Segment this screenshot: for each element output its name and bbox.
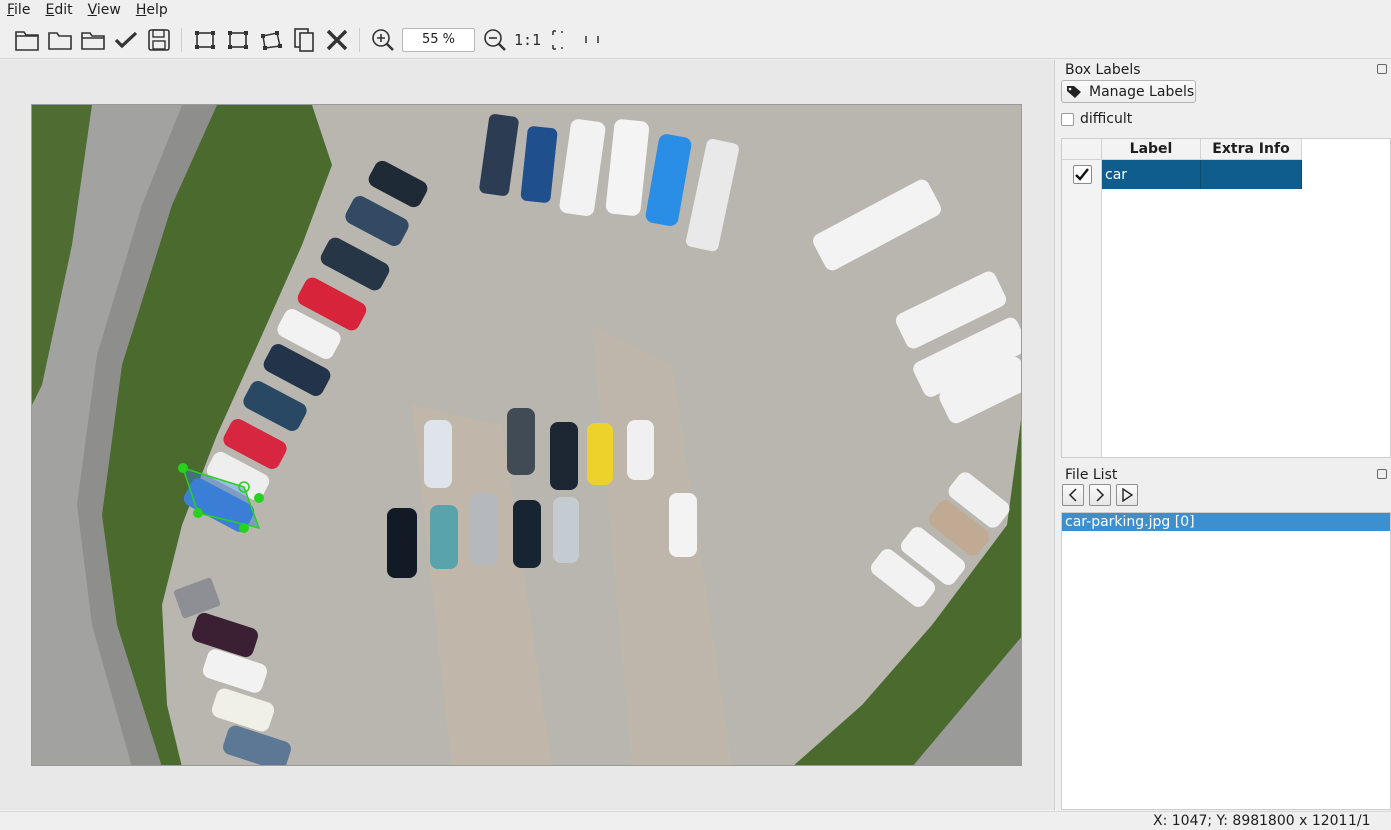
manage-labels-button[interactable]: Manage Labels	[1061, 80, 1196, 103]
duplicate-icon[interactable]	[287, 25, 320, 55]
file-list-title: File List	[1065, 467, 1118, 483]
file-list-dock: File List	[1059, 466, 1391, 484]
box-labels-title: Box Labels	[1065, 62, 1141, 78]
change-save-dir-icon[interactable]	[76, 25, 109, 55]
toolbar-separator	[181, 27, 182, 52]
checkmark-icon	[1072, 165, 1092, 184]
tags-icon	[1067, 85, 1081, 98]
menu-view[interactable]: View	[81, 0, 129, 21]
toolbar: 55 % 1:1	[0, 21, 1391, 59]
chevron-right-icon	[1096, 488, 1105, 502]
play-button[interactable]	[1116, 484, 1138, 506]
menu-help[interactable]: Help	[129, 0, 176, 21]
fit-width-icon[interactable]	[577, 25, 610, 55]
zoom-out-icon[interactable]	[478, 25, 511, 55]
manage-labels-label: Manage Labels	[1089, 83, 1195, 100]
corner-header	[1062, 139, 1102, 160]
image-index: 1/1	[1348, 813, 1371, 829]
zoom-in-icon[interactable]	[366, 25, 399, 55]
zoom-input[interactable]: 55 %	[402, 27, 475, 52]
dock-splitter[interactable]	[1061, 459, 1391, 463]
menu-edit[interactable]: Edit	[38, 0, 80, 21]
box-labels-dock: Box Labels	[1059, 61, 1391, 79]
chevron-left-icon	[1068, 488, 1077, 502]
label-cell[interactable]: car	[1102, 160, 1201, 189]
label-row[interactable]: car	[1062, 160, 1302, 189]
original-size-button[interactable]: 1:1	[511, 25, 544, 55]
edit-rect-icon[interactable]	[221, 25, 254, 55]
difficult-label: difficult	[1080, 111, 1133, 127]
image-size: 1800 x 1201	[1259, 813, 1348, 829]
menu-bar: File Edit View Help	[0, 0, 1391, 21]
column-header-extra-info[interactable]: Extra Info	[1201, 139, 1302, 160]
status-bar: X: 1047; Y: 898 1800 x 1201 1/1	[0, 811, 1391, 830]
label-visibility-checkbox[interactable]	[1062, 160, 1102, 189]
play-icon	[1122, 488, 1133, 502]
cursor-coordinates: X: 1047; Y: 898	[1153, 813, 1260, 829]
label-table-header: Label Extra Info	[1062, 139, 1390, 160]
prev-image-button[interactable]	[1062, 484, 1084, 506]
label-table: Label Extra Info car	[1061, 138, 1391, 458]
file-list-item[interactable]: car-parking.jpg [0]	[1062, 513, 1390, 531]
difficult-checkbox[interactable]: difficult	[1061, 111, 1132, 127]
delete-icon[interactable]	[320, 25, 353, 55]
next-image-button[interactable]	[1089, 484, 1111, 506]
open-folder-icon[interactable]	[43, 25, 76, 55]
file-list: car-parking.jpg [0]	[1061, 512, 1391, 810]
dock-float-icon[interactable]	[1377, 469, 1387, 479]
dock-float-icon[interactable]	[1377, 64, 1387, 74]
toolbar-separator	[359, 27, 360, 52]
difficult-check-box[interactable]	[1061, 112, 1074, 126]
aerial-parking-photo[interactable]	[31, 104, 1022, 766]
parking-lot-image	[32, 105, 1021, 765]
extra-info-cell[interactable]	[1201, 160, 1302, 189]
menu-file[interactable]: File	[0, 0, 38, 21]
create-polygon-icon[interactable]	[254, 25, 287, 55]
file-navigation	[1062, 484, 1138, 506]
save-icon[interactable]	[142, 25, 175, 55]
fit-window-icon[interactable]	[544, 25, 577, 55]
verify-icon[interactable]	[109, 25, 142, 55]
open-file-icon[interactable]	[10, 25, 43, 55]
row-header-column	[1062, 160, 1102, 457]
create-rect-icon[interactable]	[188, 25, 221, 55]
column-header-label[interactable]: Label	[1102, 139, 1201, 160]
image-canvas[interactable]	[0, 60, 1055, 810]
